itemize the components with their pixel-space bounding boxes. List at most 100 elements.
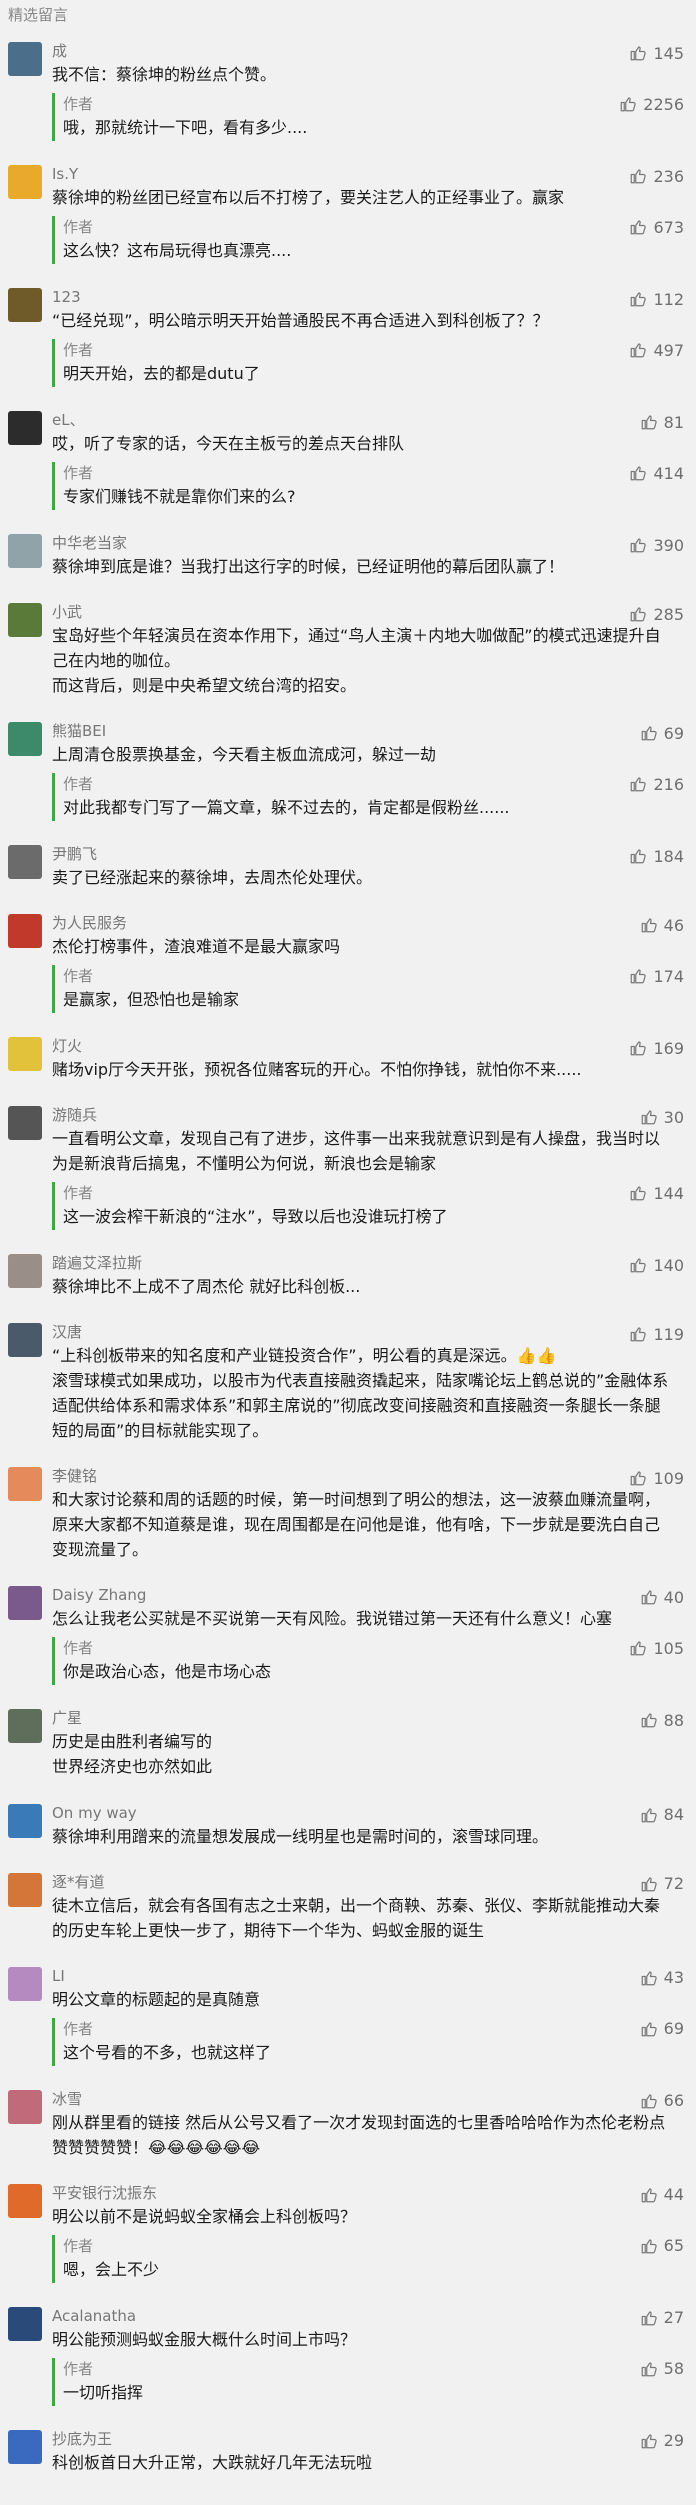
avatar[interactable] [8, 1106, 42, 1141]
like-button[interactable]: 169 [629, 1037, 684, 1059]
like-count: 29 [663, 2431, 684, 2451]
like-button[interactable]: 140 [629, 1254, 684, 1276]
thumbs-up-icon [641, 1876, 657, 1891]
like-button[interactable]: 112 [629, 288, 684, 310]
like-count: 105 [653, 1638, 684, 1658]
comment-nickname: 李健铭 [52, 1467, 98, 1486]
avatar[interactable] [8, 2306, 42, 2341]
like-button[interactable]: 497 [629, 339, 684, 361]
comment-item: 成我不信：蔡徐坤的粉丝点个赞。 145 作者 哦，那就统计一下吧，看有多少.... 22… [0, 30, 696, 153]
avatar[interactable] [8, 2089, 42, 2124]
like-button[interactable]: 43 [640, 1967, 684, 1989]
reply-text: 这一波会榨干新浪的“注水”，导致以后也没谁玩打榜了 [63, 1207, 448, 1227]
like-button[interactable]: 119 [629, 1323, 684, 1345]
thumbs-up-icon [631, 292, 647, 307]
reply-text: 专家们赚钱不就是靠你们来的么? [63, 487, 296, 507]
like-button[interactable]: 66 [640, 2090, 684, 2112]
avatar[interactable] [8, 1467, 42, 1502]
avatar[interactable] [8, 165, 42, 200]
reply-author-label: 作者 [63, 218, 94, 237]
like-button[interactable]: 65 [640, 2235, 684, 2257]
comment-text: 蔡徐坤利用蹭来的流量想发展成一线明星也是需时间的，滚雪球同理。 [52, 1826, 549, 1846]
comment-nickname: 尹鹏飞 [52, 845, 98, 864]
like-button[interactable]: 105 [629, 1637, 684, 1659]
comment-nickname: Acalanatha [52, 2306, 137, 2325]
avatar[interactable] [8, 288, 42, 323]
comment-item: 广星 历史是由胜利者编写的 世界经济史也亦然如此 88 [0, 1697, 696, 1791]
avatar[interactable] [8, 2429, 42, 2464]
like-button[interactable]: 40 [640, 1586, 684, 1608]
reply-text: 对此我都专门写了一篇文章，躲不过去的，肯定都是假粉丝...... [63, 798, 510, 818]
comment-item: Is.Y 蔡徐坤的粉丝团已经宣布以后不打榜了，要关注艺人的正经事业了。赢家 236 作… [0, 153, 696, 276]
comment-item: 中华老当家 蔡徐坤到底是谁？当我打出这行字的时候，已经证明他的幕后团队赢了！ 390 [0, 522, 696, 591]
avatar[interactable] [8, 1323, 42, 1358]
like-button[interactable]: 30 [640, 1106, 684, 1128]
comment-nickname: 抄底为王 [52, 2429, 113, 2448]
avatar[interactable] [8, 1709, 42, 1744]
avatar[interactable] [8, 411, 42, 446]
like-button[interactable]: 184 [629, 845, 684, 867]
comment-text: 徒木立信后，就会有各国有志之士来朝，出一个商鞅、苏秦、张仪、李斯就能推动大秦的历… [52, 1895, 661, 1940]
like-button[interactable]: 390 [629, 534, 684, 556]
like-button[interactable]: 27 [640, 2307, 684, 2329]
comment-item: 灯火 赌场vip厅今天开张，预祝各位赌客玩的开心。不怕你挣钱，就怕你不来.....… [0, 1025, 696, 1094]
like-button[interactable]: 72 [640, 1873, 684, 1895]
reply-author-label: 作者 [63, 95, 94, 113]
comment-nickname: 成 [52, 42, 68, 60]
like-button[interactable]: 46 [640, 914, 684, 936]
like-count: 30 [663, 1107, 684, 1127]
like-button[interactable]: 88 [640, 1709, 684, 1731]
thumbs-up-icon [641, 1970, 657, 1985]
like-button[interactable]: 81 [640, 411, 684, 433]
like-button[interactable]: 29 [640, 2430, 684, 2452]
comment-text: 杰伦打榜事件，渣浪难道不是最大赢家吗 [52, 937, 341, 957]
like-count: 65 [663, 2236, 684, 2256]
avatar[interactable] [8, 2183, 42, 2218]
avatar[interactable] [8, 845, 42, 880]
like-count: 144 [653, 1183, 684, 1203]
reply-author-label: 作者 [63, 775, 94, 794]
thumbs-up-icon [631, 538, 647, 553]
comment-nickname: On my way [52, 1803, 137, 1822]
thumbs-up-icon [631, 466, 647, 481]
like-button[interactable]: 58 [640, 2358, 684, 2380]
like-button[interactable]: 44 [640, 2184, 684, 2206]
comment-nickname: 灯火 [52, 1037, 83, 1056]
comment-item: 汉唐 “上科创板带来的知名度和产业链投资合作”，明公看的真是深远。👍👍 滚雪球模式如… [0, 1311, 696, 1455]
like-button[interactable]: 216 [629, 773, 684, 795]
like-count: 2256 [643, 94, 684, 114]
like-count: 140 [653, 1255, 684, 1275]
comment-item: 逐*有道 徒木立信后，就会有各国有志之士来朝，出一个商鞅、苏秦、张仪、李斯就能推动… [0, 1861, 696, 1955]
like-button[interactable]: 236 [629, 165, 684, 187]
comment-item: Daisy Zhang 怎么让我老公买就是不买说第一天有风险。我说错过第一天还有什… [0, 1574, 696, 1697]
thumbs-up-icon [641, 2021, 657, 2036]
avatar[interactable] [8, 1872, 42, 1907]
comment-nickname: LI [52, 1966, 65, 1985]
like-button[interactable]: 144 [629, 1182, 684, 1204]
like-button[interactable]: 174 [629, 965, 684, 987]
like-button[interactable]: 69 [640, 722, 684, 744]
avatar[interactable] [8, 1803, 42, 1838]
reply-author-label: 作者 [63, 1184, 94, 1203]
like-button[interactable]: 673 [629, 216, 684, 238]
like-count: 46 [663, 915, 684, 935]
avatar[interactable] [8, 1966, 42, 2001]
like-button[interactable]: 2256 [619, 93, 684, 115]
avatar[interactable] [8, 534, 42, 569]
thumbs-up-icon [620, 97, 636, 112]
like-button[interactable]: 414 [629, 462, 684, 484]
avatar[interactable] [8, 42, 42, 76]
avatar[interactable] [8, 1254, 42, 1289]
like-button[interactable]: 145 [629, 42, 684, 64]
like-button[interactable]: 84 [640, 1804, 684, 1826]
like-button[interactable]: 285 [629, 603, 684, 625]
like-button[interactable]: 69 [640, 2018, 684, 2040]
reply-text: 这个号看的不多，也就这样了 [63, 2042, 272, 2062]
avatar[interactable] [8, 603, 42, 638]
like-button[interactable]: 109 [629, 1467, 684, 1489]
avatar[interactable] [8, 1037, 42, 1072]
avatar[interactable] [8, 722, 42, 757]
thumbs-up-icon [631, 220, 647, 235]
avatar[interactable] [8, 1586, 42, 1621]
avatar[interactable] [8, 914, 42, 949]
